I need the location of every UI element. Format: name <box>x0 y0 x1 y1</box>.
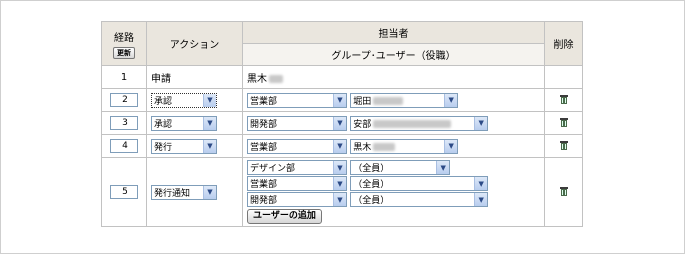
action-select-value: 発行通知 <box>154 188 191 199</box>
route-number-input[interactable]: 2 <box>110 93 138 107</box>
add-user-button[interactable]: ユーザーの追加 <box>247 209 322 224</box>
chevron-down-icon: ▼ <box>333 93 346 107</box>
action-header: アクション <box>146 21 243 66</box>
user-select-value: （全員） <box>353 164 390 174</box>
group-select[interactable]: 営業部 ▼ <box>247 176 347 191</box>
table-row: 3 承認 ▼ 開発部 ▼ 安部 ▼ <box>101 111 583 135</box>
trash-icon[interactable] <box>559 117 569 128</box>
group-select-value: 営業部 <box>250 180 278 190</box>
group-select[interactable]: 開発部 ▼ <box>247 115 347 131</box>
chevron-down-icon: ▼ <box>333 193 346 206</box>
action-select-value: 承認 <box>154 96 173 107</box>
delete-cell <box>544 65 583 89</box>
table-row: 5 発行通知 ▼ デザイン部 ▼ （全員） ▼ 営業部 ▼ （全員） ▼ 開発部 ▼ （全員… <box>101 157 583 227</box>
user-select[interactable]: 黒木 ▼ <box>350 138 459 154</box>
trash-icon[interactable] <box>559 186 569 197</box>
action-select[interactable]: 承認 ▼ <box>151 92 217 108</box>
chevron-down-icon: ▼ <box>333 116 346 130</box>
action-select-value: 発行 <box>154 142 173 153</box>
group-select[interactable]: 営業部 ▼ <box>247 138 347 154</box>
assignee-name: 黒木 <box>247 73 267 85</box>
chevron-down-icon: ▼ <box>444 93 458 107</box>
user-select[interactable]: 堀田 ▼ <box>350 92 459 108</box>
group-select-value: デザイン部 <box>250 164 296 174</box>
user-select-value: 堀田 <box>353 96 372 107</box>
redacted-name <box>373 120 452 128</box>
user-select[interactable]: （全員） ▼ <box>350 160 451 175</box>
route-number: 1 <box>101 65 147 89</box>
group-select-value: 営業部 <box>250 142 278 153</box>
chevron-down-icon: ▼ <box>474 193 488 206</box>
user-select-value: （全員） <box>353 196 390 206</box>
route-number-input[interactable]: 5 <box>110 185 138 199</box>
page-frame: 経路 更新 アクション 担当者 削除 グループ･ユーザー（役職） 1 申請 黒木… <box>0 0 685 254</box>
table-row: 2 承認 ▼ 営業部 ▼ 堀田 ▼ <box>101 88 583 112</box>
group-select-value: 開発部 <box>250 119 278 130</box>
chevron-down-icon: ▼ <box>203 185 216 199</box>
route-number-input[interactable]: 3 <box>110 116 138 130</box>
group-select-value: 開発部 <box>250 196 278 206</box>
table-row: 1 申請 黒木 <box>101 65 583 89</box>
chevron-down-icon: ▼ <box>444 139 458 153</box>
user-select[interactable]: （全員） ▼ <box>350 176 489 191</box>
chevron-down-icon: ▼ <box>474 177 488 190</box>
route-header: 経路 更新 <box>101 21 147 66</box>
chevron-down-icon: ▼ <box>333 139 346 153</box>
chevron-down-icon: ▼ <box>333 177 346 190</box>
chevron-down-icon: ▼ <box>203 139 216 153</box>
user-select-value: 安部 <box>353 119 372 130</box>
chevron-down-icon: ▼ <box>436 161 450 174</box>
delete-header: 削除 <box>544 21 583 66</box>
chevron-down-icon: ▼ <box>333 161 346 174</box>
assignee-cell: 黒木 <box>242 65 545 89</box>
route-header-label: 経路 <box>114 32 134 44</box>
group-user-header: グループ･ユーザー（役職） <box>242 43 545 66</box>
action-text: 申請 <box>146 65 243 89</box>
action-select[interactable]: 承認 ▼ <box>151 115 217 131</box>
action-select[interactable]: 発行 ▼ <box>151 138 217 154</box>
action-select-value: 承認 <box>154 119 173 130</box>
group-select[interactable]: 開発部 ▼ <box>247 192 347 207</box>
group-select[interactable]: デザイン部 ▼ <box>247 160 347 175</box>
group-select-value: 営業部 <box>250 96 278 107</box>
redacted-name <box>373 143 396 151</box>
user-select[interactable]: 安部 ▼ <box>350 115 489 131</box>
route-number-input[interactable]: 4 <box>110 139 138 153</box>
trash-icon[interactable] <box>559 140 569 151</box>
trash-icon[interactable] <box>559 94 569 105</box>
chevron-down-icon: ▼ <box>474 116 488 130</box>
approval-route-table: 経路 更新 アクション 担当者 削除 グループ･ユーザー（役職） 1 申請 黒木… <box>101 21 583 227</box>
user-select-value: 黒木 <box>353 142 372 153</box>
redacted-name <box>269 74 283 83</box>
user-select[interactable]: （全員） ▼ <box>350 192 489 207</box>
assignee-header: 担当者 <box>242 21 545 44</box>
chevron-down-icon: ▼ <box>203 93 216 107</box>
redacted-name <box>373 97 404 105</box>
user-select-value: （全員） <box>353 180 390 190</box>
table-row: 4 発行 ▼ 営業部 ▼ 黒木 ▼ <box>101 134 583 158</box>
group-select[interactable]: 営業部 ▼ <box>247 92 347 108</box>
update-button[interactable]: 更新 <box>113 46 135 59</box>
action-select[interactable]: 発行通知 ▼ <box>151 184 217 200</box>
chevron-down-icon: ▼ <box>203 116 216 130</box>
